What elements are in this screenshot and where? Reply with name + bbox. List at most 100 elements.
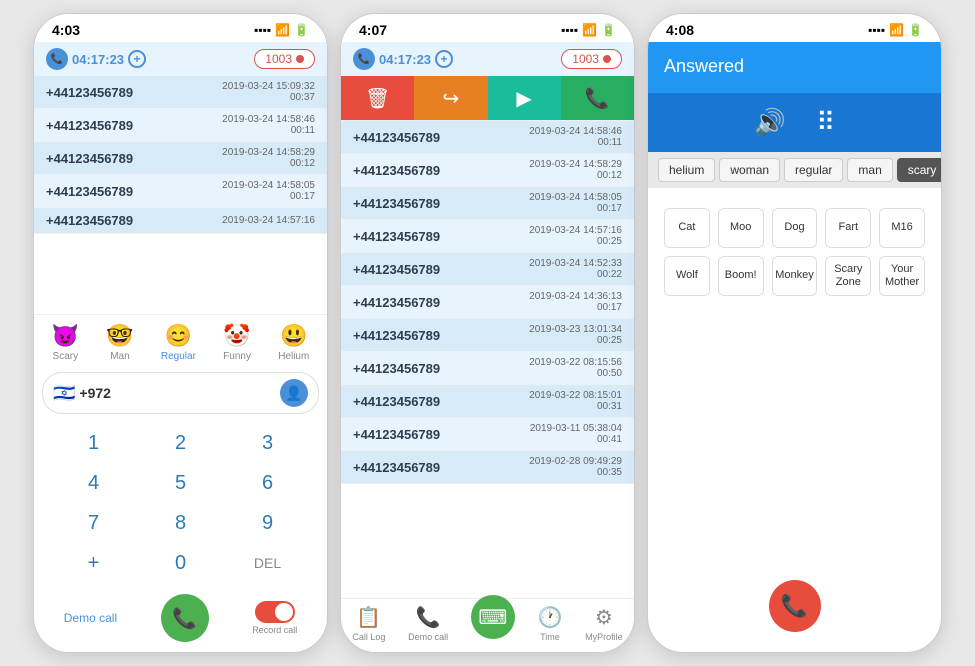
sound-btn-moo[interactable]: Moo <box>718 208 764 248</box>
call-number-2: +44123456789 <box>353 295 440 310</box>
call-item[interactable]: +44123456789 2019-03-24 14:58:29 00:12 <box>34 142 327 175</box>
timer-text: 04:17:23 <box>72 52 124 67</box>
play-button[interactable]: ▶ <box>488 76 561 120</box>
call-number-2: +44123456789 <box>353 196 440 211</box>
key-plus[interactable]: + <box>64 544 124 582</box>
call-item-2[interactable]: +44123456789 2019-03-24 14:36:13 00:17 <box>341 286 634 319</box>
sound-btn-m16[interactable]: M16 <box>879 208 925 248</box>
country-code: +972 <box>79 385 280 401</box>
demo-call-nav-icon: 📞 <box>416 605 441 630</box>
key-8[interactable]: 8 <box>151 504 211 542</box>
sound-btn-boom[interactable]: Boom! <box>718 256 764 296</box>
call-item[interactable]: +44123456789 2019-03-24 14:57:16 <box>34 208 327 234</box>
sound-btn-cat[interactable]: Cat <box>664 208 710 248</box>
status-icons-3: ▪▪▪▪ 📶 🔋 <box>868 23 923 37</box>
key-2[interactable]: 2 <box>151 424 211 462</box>
call-meta-2: 2019-03-22 08:15:01 00:31 <box>529 390 622 412</box>
keypad-icon: ⌨ <box>478 605 507 630</box>
call-item-2[interactable]: +44123456789 2019-03-24 14:58:05 00:17 <box>341 187 634 220</box>
key-0[interactable]: 0 <box>151 544 211 582</box>
call-meta-2: 2019-03-24 14:58:05 00:17 <box>529 192 622 214</box>
sound-row: CatMooDogFartM16 <box>664 208 925 248</box>
call-item-2[interactable]: +44123456789 2019-03-22 08:15:01 00:31 <box>341 385 634 418</box>
call-meta-2: 2019-03-24 14:57:16 00:25 <box>529 225 622 247</box>
call-item-2[interactable]: +44123456789 2019-03-23 13:01:34 00:25 <box>341 319 634 352</box>
context-menu: 🗑 ↪ ▶ 📞 <box>341 76 634 121</box>
flag-icon: 🇮🇱 <box>53 383 75 404</box>
call-item-2[interactable]: +44123456789 2019-03-11 05:38:04 00:41 <box>341 418 634 451</box>
nav-item-myprofile[interactable]: ⚙ MyProfile <box>585 605 623 642</box>
regular-voice-icon: 😊 <box>165 323 192 349</box>
signal-icon-1: ▪▪▪▪ <box>254 23 271 37</box>
sound-btn-your-mother[interactable]: Your Mother <box>879 256 925 296</box>
sound-btn-fart[interactable]: Fart <box>825 208 871 248</box>
man-voice-icon: 🤓 <box>106 323 133 349</box>
contact-button[interactable]: 👤 <box>280 379 308 407</box>
sound-btn-monkey[interactable]: Monkey <box>772 256 818 296</box>
call-meta: 2019-03-24 14:58:29 00:12 <box>222 147 315 169</box>
demo-call-nav-label: Demo call <box>408 632 448 642</box>
nav-item-demo-call[interactable]: 📞 Demo call <box>408 605 448 642</box>
voice-tab-regular[interactable]: regular <box>784 158 843 182</box>
timer-circle-icon: 📞 <box>46 48 68 70</box>
call-number-2: +44123456789 <box>353 229 440 244</box>
time-nav-icon: 🕐 <box>538 605 563 630</box>
key-7[interactable]: 7 <box>64 504 124 542</box>
demo-call-button[interactable]: Demo call <box>64 611 117 625</box>
hangup-row: 📞 <box>648 570 941 652</box>
key-4[interactable]: 4 <box>64 464 124 502</box>
call-number: +44123456789 <box>46 118 133 133</box>
nav-item-time[interactable]: 🕐 Time <box>538 605 563 642</box>
sound-btn-wolf[interactable]: Wolf <box>664 256 710 296</box>
voice-item-scary[interactable]: 😈 Scary <box>52 323 79 362</box>
call-meta-2: 2019-03-24 14:52:33 00:22 <box>529 258 622 280</box>
call-number-2: +44123456789 <box>353 328 440 343</box>
voice-tab-scary[interactable]: scary <box>897 158 942 182</box>
status-bar-2: 4:07 ▪▪▪▪ 📶 🔋 <box>341 14 634 42</box>
add-call-button[interactable]: + <box>128 50 146 68</box>
status-icons-1: ▪▪▪▪ 📶 🔋 <box>254 23 309 37</box>
key-del[interactable]: DEL <box>238 544 298 582</box>
signal-icon-3: ▪▪▪▪ <box>868 23 885 37</box>
speaker-button[interactable]: 🔊 <box>754 107 786 138</box>
battery-icon-1: 🔋 <box>294 23 309 37</box>
sound-grid: CatMooDogFartM16 WolfBoom!MonkeyScary Zon… <box>648 188 941 570</box>
call-item[interactable]: +44123456789 2019-03-24 15:09:32 00:37 <box>34 76 327 109</box>
voice-tab-helium[interactable]: helium <box>658 158 715 182</box>
share-button[interactable]: ↪ <box>414 76 487 120</box>
call-item-2[interactable]: +44123456789 2019-03-24 14:58:29 00:12 <box>341 154 634 187</box>
add-call-button-2[interactable]: + <box>435 50 453 68</box>
nav-item-call-log[interactable]: 📋 Call Log <box>352 605 385 642</box>
call-item-2[interactable]: +44123456789 2019-03-22 08:15:56 00:50 <box>341 352 634 385</box>
key-9[interactable]: 9 <box>238 504 298 542</box>
funny-voice-label: Funny <box>223 351 251 362</box>
key-6[interactable]: 6 <box>238 464 298 502</box>
keypad-button[interactable]: ⠿ <box>816 107 835 138</box>
voice-item-regular[interactable]: 😊 Regular <box>161 323 196 362</box>
call-item-2[interactable]: +44123456789 2019-03-24 14:52:33 00:22 <box>341 253 634 286</box>
nav-item-keypad[interactable]: ⌨ <box>471 595 515 639</box>
sound-btn-dog[interactable]: Dog <box>772 208 818 248</box>
answered-label: Answered <box>664 56 925 77</box>
call-button-ctx[interactable]: 📞 <box>561 76 634 120</box>
wifi-icon-2: 📶 <box>582 23 597 37</box>
key-5[interactable]: 5 <box>151 464 211 502</box>
sound-btn-scary-zone[interactable]: Scary Zone <box>825 256 871 296</box>
record-toggle[interactable] <box>255 601 295 623</box>
call-item[interactable]: +44123456789 2019-03-24 14:58:46 00:11 <box>34 109 327 142</box>
delete-button[interactable]: 🗑 <box>341 76 414 120</box>
call-item-2[interactable]: +44123456789 2019-02-28 09:49:29 00:35 <box>341 451 634 484</box>
call-item-2[interactable]: +44123456789 2019-03-24 14:58:46 00:11 <box>341 121 634 154</box>
voice-item-funny[interactable]: 🤡 Funny <box>223 323 251 362</box>
voice-tab-man[interactable]: man <box>847 158 892 182</box>
voice-tab-woman[interactable]: woman <box>719 158 780 182</box>
key-1[interactable]: 1 <box>64 424 124 462</box>
voice-item-man[interactable]: 🤓 Man <box>106 323 133 362</box>
key-3[interactable]: 3 <box>238 424 298 462</box>
green-call-button[interactable]: 📞 <box>161 594 209 642</box>
call-item[interactable]: +44123456789 2019-03-24 14:58:05 00:17 <box>34 175 327 208</box>
call-item-2[interactable]: +44123456789 2019-03-24 14:57:16 00:25 <box>341 220 634 253</box>
hangup-button[interactable]: 📞 <box>769 580 821 632</box>
time-nav-label: Time <box>540 632 560 642</box>
voice-item-helium[interactable]: 😃 Helium <box>278 323 309 362</box>
